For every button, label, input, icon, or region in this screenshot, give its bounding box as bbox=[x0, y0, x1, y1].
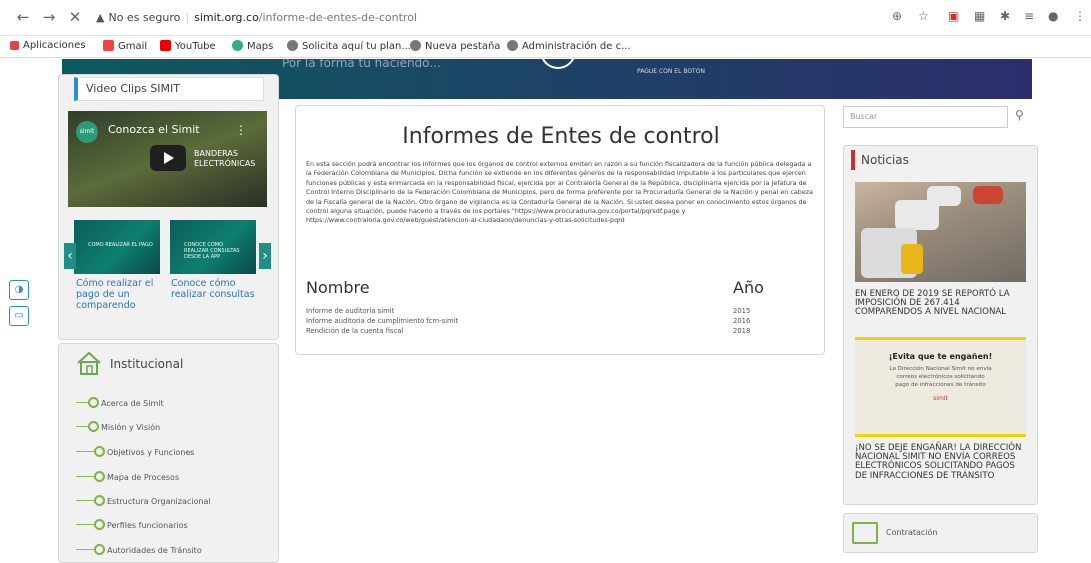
zoom-icon[interactable]: ⊕ bbox=[892, 9, 902, 27]
url-path: /informe-de-entes-de-control bbox=[258, 11, 418, 24]
search-icon[interactable]: ⚲ bbox=[1015, 108, 1024, 122]
building-icon bbox=[852, 522, 878, 544]
forward-icon[interactable]: → bbox=[40, 8, 58, 26]
table-row[interactable]: Informe de auditoria simit 2015 bbox=[306, 307, 756, 315]
star-icon[interactable]: ☆ bbox=[918, 9, 929, 27]
circle-icon bbox=[88, 421, 99, 432]
page-description: En esta sección podrá encontrar los info… bbox=[306, 160, 814, 225]
video-thumbnail[interactable]: COMO REALIZAR EL PAGO bbox=[74, 220, 160, 274]
institucional-item[interactable]: Estructura Organizacional bbox=[76, 495, 211, 506]
circle-icon bbox=[94, 544, 105, 555]
bookmarks-bar: Aplicaciones Gmail YouTube Maps Solicita… bbox=[0, 36, 1091, 58]
bookmark-maps[interactable]: Maps bbox=[232, 40, 273, 52]
security-warning: No es seguro bbox=[108, 11, 181, 24]
puzzle-icon[interactable]: ✱ bbox=[1000, 9, 1010, 27]
circle-icon bbox=[94, 471, 105, 482]
browser-toolbar: ← → ✕ ▲ No es seguro | simit.org.co/informe… bbox=[0, 0, 1091, 36]
bookmark-admin[interactable]: Administración de c... bbox=[507, 40, 631, 52]
house-icon bbox=[77, 351, 101, 375]
simit-logo: simit bbox=[933, 395, 948, 402]
extension-icon[interactable]: ▦ bbox=[974, 9, 985, 27]
table-row[interactable]: Rendición de la cuenta fiscal 2018 bbox=[306, 327, 756, 335]
banner-logo bbox=[540, 59, 576, 69]
text-size-button[interactable]: ▭ bbox=[9, 306, 29, 326]
banner-text: Por la forma tú haciendo... bbox=[282, 59, 441, 70]
column-header-name: Nombre bbox=[306, 278, 370, 297]
bookmark-apps[interactable]: Aplicaciones bbox=[10, 40, 85, 51]
page-title: Informes de Entes de control bbox=[402, 124, 720, 149]
column-header-year: Año bbox=[733, 278, 764, 297]
video-subtitle: BANDERAS ELECTRÓNICAS bbox=[194, 149, 256, 168]
circle-icon bbox=[88, 397, 99, 408]
institucional-title: Institucional bbox=[110, 357, 184, 371]
globe-icon bbox=[410, 40, 421, 51]
institucional-item[interactable]: Autoridades de Tránsito bbox=[76, 544, 202, 555]
video-caption[interactable]: Cómo realizar el pago de un comparendo bbox=[76, 278, 156, 311]
maps-icon bbox=[232, 40, 243, 51]
news-title: Noticias bbox=[851, 150, 909, 170]
bookmark-new-tab[interactable]: Nueva pestaña bbox=[410, 40, 500, 52]
video-thumbnail[interactable]: CONOCE COMO REALIZAR CONSULTAS DESDE LA … bbox=[170, 220, 256, 274]
bookmark-solicita[interactable]: Solicita aquí tu plan... bbox=[287, 40, 411, 52]
video-player[interactable]: simit Conozca el Simit ⋮ BANDERAS ELECTR… bbox=[68, 111, 267, 207]
banner-button-text[interactable]: PAGUE CON EL BOTON bbox=[637, 68, 705, 75]
search-input[interactable]: Buscar bbox=[843, 106, 1008, 128]
bookmark-gmail[interactable]: Gmail bbox=[103, 40, 147, 52]
stop-icon[interactable]: ✕ bbox=[66, 8, 84, 26]
news-headline[interactable]: ¡NO SE DEJE ENGAÑAR! LA DIRECCIÓN NACION… bbox=[855, 443, 1027, 481]
globe-icon bbox=[287, 40, 298, 51]
simit-logo: simit bbox=[76, 121, 98, 143]
circle-icon bbox=[94, 519, 105, 530]
contrast-button[interactable]: ◑ bbox=[9, 280, 29, 300]
institucional-item[interactable]: Mapa de Procesos bbox=[76, 471, 179, 482]
youtube-icon bbox=[160, 40, 171, 51]
warning-ad[interactable]: ¡Evita que te engañen! La Dirección Naci… bbox=[855, 337, 1026, 437]
video-title: Conozca el Simit bbox=[108, 123, 200, 136]
circle-icon bbox=[94, 495, 105, 506]
more-icon[interactable]: ⋮ bbox=[235, 123, 247, 137]
institucional-item[interactable]: Objetivos y Funciones bbox=[76, 446, 194, 457]
reading-list-icon[interactable]: ≡ bbox=[1024, 9, 1034, 27]
extension-icon[interactable]: ▣ bbox=[948, 9, 959, 27]
institucional-item[interactable]: Perfiles funcionarios bbox=[76, 519, 188, 530]
play-icon[interactable] bbox=[150, 145, 186, 171]
circle-icon bbox=[94, 446, 105, 457]
gmail-icon bbox=[103, 40, 114, 51]
news-image[interactable] bbox=[855, 182, 1026, 282]
content-card: Informes de Entes de control En esta sec… bbox=[295, 105, 825, 355]
menu-icon[interactable]: ⋮ bbox=[1074, 9, 1086, 27]
avatar[interactable]: ● bbox=[1048, 9, 1058, 27]
news-headline[interactable]: EN ENERO DE 2019 SE REPORTÓ LA IMPOSICIÓ… bbox=[855, 289, 1027, 318]
video-section-title: Video Clips SIMIT bbox=[74, 77, 264, 101]
globe-icon bbox=[507, 40, 518, 51]
bookmark-youtube[interactable]: YouTube bbox=[160, 40, 216, 52]
carousel-next-button[interactable]: › bbox=[259, 243, 271, 269]
table-row[interactable]: Informe auditoria de cumplimiento fcm-si… bbox=[306, 317, 756, 325]
url-domain: simit.org.co bbox=[194, 11, 259, 24]
institucional-item[interactable]: Misión y Visión bbox=[76, 421, 160, 432]
apps-icon bbox=[10, 41, 19, 50]
address-bar[interactable]: ▲ No es seguro | simit.org.co/informe-de-en… bbox=[96, 7, 956, 29]
institucional-item[interactable]: Acerca de Simit bbox=[76, 397, 164, 408]
video-caption[interactable]: Conoce cómo realizar consultas bbox=[171, 278, 261, 300]
warning-icon: ▲ bbox=[96, 11, 105, 24]
carousel-prev-button[interactable]: ‹ bbox=[64, 243, 76, 269]
contratacion-button[interactable]: Contratación bbox=[843, 513, 1038, 553]
back-icon[interactable]: ← bbox=[14, 8, 32, 26]
